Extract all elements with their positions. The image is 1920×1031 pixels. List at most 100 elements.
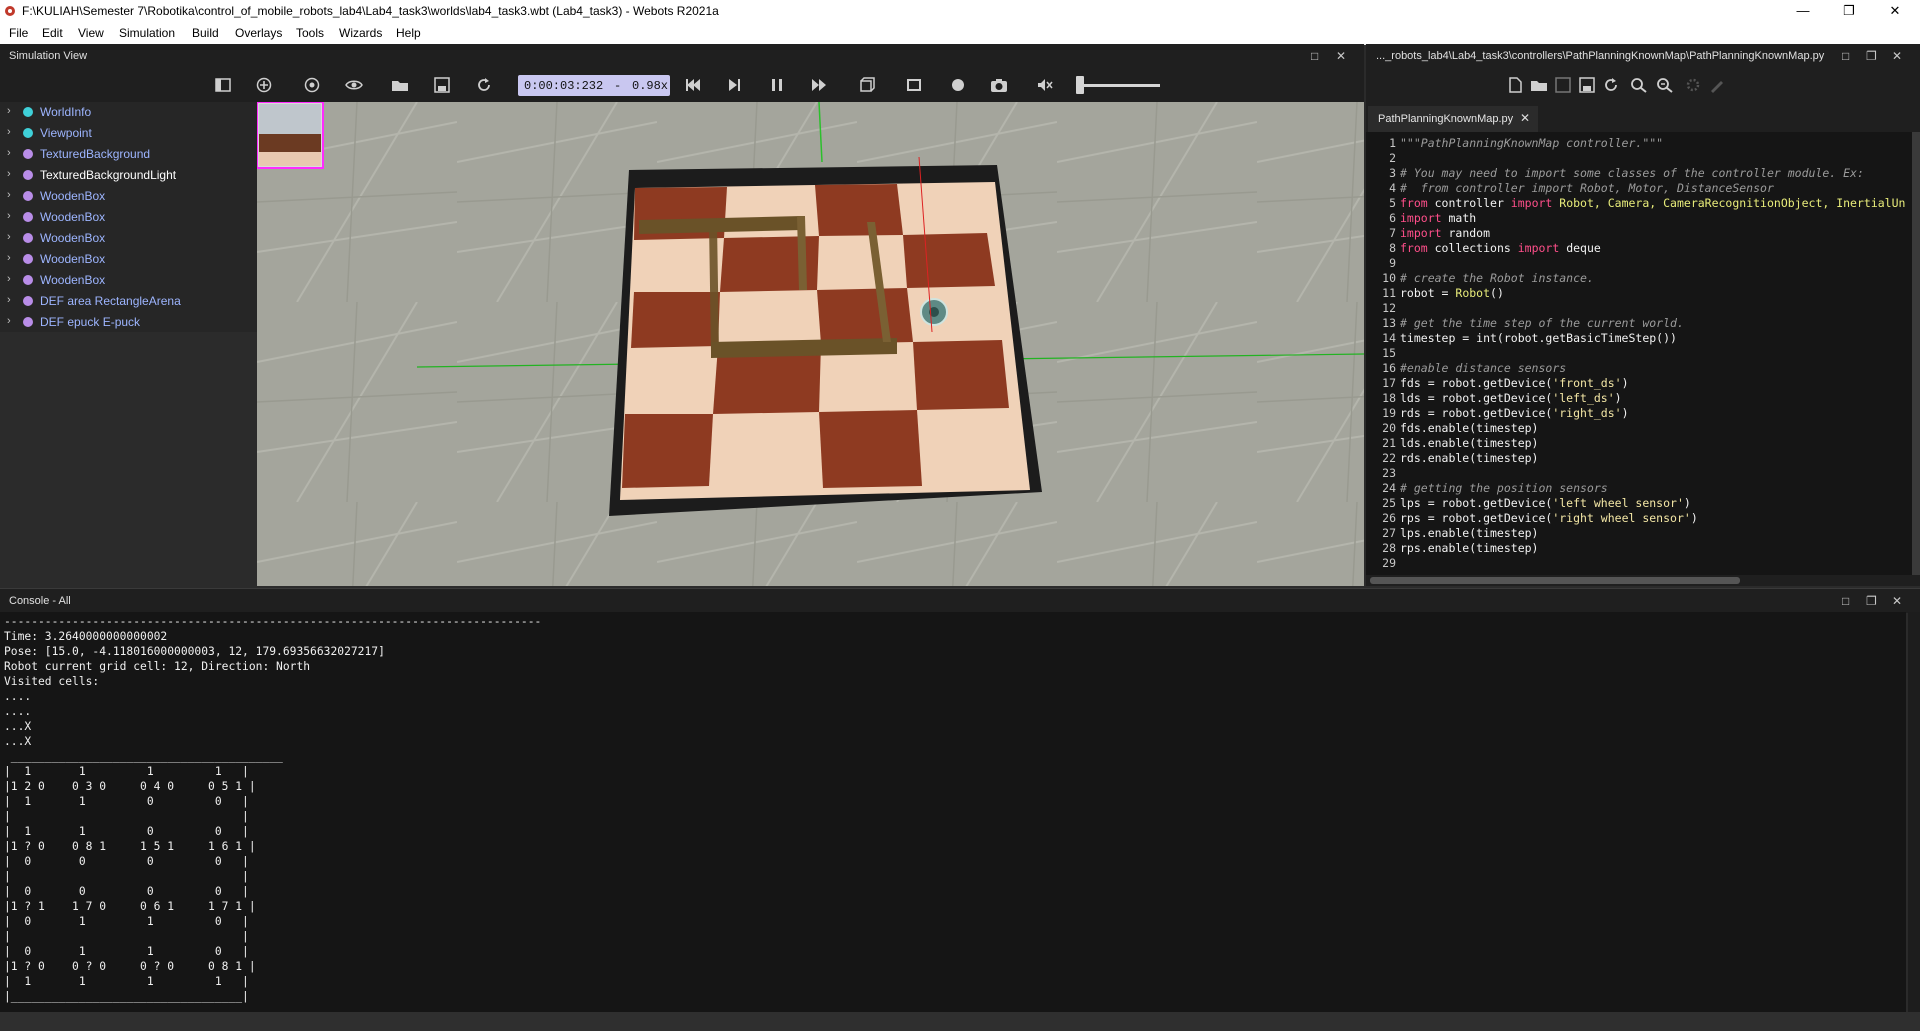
- add-node-icon[interactable]: [255, 77, 273, 93]
- menu-overlays[interactable]: Overlays: [235, 26, 282, 40]
- follow-object-icon[interactable]: [303, 77, 321, 93]
- mute-icon[interactable]: [1036, 77, 1054, 93]
- expand-arrow-icon[interactable]: ›: [7, 126, 11, 138]
- volume-slider-handle[interactable]: [1076, 76, 1084, 94]
- line-number: 11: [1382, 286, 1396, 300]
- menu-simulation[interactable]: Simulation: [119, 26, 175, 40]
- expand-arrow-icon[interactable]: ›: [7, 273, 11, 285]
- line-number: 4: [1389, 181, 1396, 195]
- tree-item-worldinfo[interactable]: › WorldInfo: [0, 102, 257, 122]
- view-mode-icon[interactable]: [858, 77, 876, 93]
- 3d-view[interactable]: [257, 102, 1364, 586]
- step-icon[interactable]: [726, 77, 744, 93]
- menu-edit[interactable]: Edit: [42, 26, 63, 40]
- new-file-icon[interactable]: [1506, 77, 1524, 93]
- clean-icon[interactable]: [1708, 77, 1726, 93]
- code-token: collections: [1427, 241, 1518, 255]
- code-token: fds.enable(timestep): [1400, 421, 1539, 435]
- tree-item-woodenbox[interactable]: › WoodenBox: [0, 186, 257, 206]
- menu-wizards[interactable]: Wizards: [339, 26, 382, 40]
- code-token: # You may need to import some classes of…: [1400, 166, 1864, 180]
- editor-maximize-icon[interactable]: □: [1842, 49, 1849, 63]
- line-number: 25: [1382, 496, 1396, 510]
- reset-simulation-icon[interactable]: [684, 77, 702, 93]
- editor-float-icon[interactable]: ❐: [1866, 49, 1877, 63]
- view-eye-icon[interactable]: [345, 77, 363, 93]
- console-output[interactable]: ----------------------------------------…: [0, 612, 1906, 1012]
- screenshot-icon[interactable]: [990, 77, 1008, 93]
- console-float-icon[interactable]: ❐: [1866, 594, 1877, 608]
- line-number: 13: [1382, 316, 1396, 330]
- code-token: 'left_ds': [1552, 391, 1615, 405]
- build-settings-icon[interactable]: [1684, 77, 1702, 93]
- fast-forward-icon[interactable]: [810, 77, 828, 93]
- replace-icon[interactable]: [1656, 77, 1674, 93]
- tree-item-label: TexturedBackgroundLight: [40, 168, 177, 182]
- toggle-scene-tree-icon[interactable]: [214, 77, 232, 93]
- find-icon[interactable]: [1630, 77, 1648, 93]
- simulation-close-icon[interactable]: ✕: [1336, 49, 1346, 63]
- menu-file[interactable]: File: [9, 26, 28, 40]
- expand-arrow-icon[interactable]: ›: [7, 315, 11, 327]
- reload-world-icon[interactable]: [475, 77, 493, 93]
- tree-item-woodenbox[interactable]: › WoodenBox: [0, 270, 257, 290]
- code-token: #enable distance sensors: [1400, 361, 1567, 375]
- tree-item-texturedbackground[interactable]: › TexturedBackground: [0, 144, 257, 164]
- expand-arrow-icon[interactable]: ›: [7, 231, 11, 243]
- record-movie-icon[interactable]: [905, 77, 923, 93]
- line-number: 5: [1389, 196, 1396, 210]
- line-number: 24: [1382, 481, 1396, 495]
- console-scrollbar[interactable]: [1908, 612, 1920, 1012]
- open-world-icon[interactable]: [391, 77, 409, 93]
- expand-arrow-icon[interactable]: ›: [7, 189, 11, 201]
- menu-help[interactable]: Help: [396, 26, 421, 40]
- tree-item-epuck[interactable]: › DEF epuck E-puck: [0, 312, 257, 332]
- record-icon[interactable]: [949, 77, 967, 93]
- expand-arrow-icon[interactable]: ›: [7, 210, 11, 222]
- expand-arrow-icon[interactable]: ›: [7, 294, 11, 306]
- code-horizontal-scrollbar[interactable]: [1366, 575, 1920, 586]
- tree-item-viewpoint[interactable]: › Viewpoint: [0, 123, 257, 143]
- node-dot-icon: [23, 317, 33, 327]
- close-window-button[interactable]: ✕: [1872, 0, 1918, 22]
- expand-arrow-icon[interactable]: ›: [7, 168, 11, 180]
- expand-arrow-icon[interactable]: ›: [7, 252, 11, 264]
- simulation-maximize-icon[interactable]: □: [1311, 49, 1318, 63]
- minimize-button[interactable]: —: [1780, 0, 1826, 22]
- code-editor[interactable]: 1 """PathPlanningKnownMap controller.""" 2…: [1366, 132, 1912, 575]
- code-token: robot =: [1400, 286, 1456, 300]
- tree-item-woodenbox[interactable]: › WoodenBox: [0, 228, 257, 248]
- close-tab-icon[interactable]: ✕: [1520, 111, 1530, 125]
- code-token: 'right_ds': [1552, 406, 1622, 420]
- save-all-icon[interactable]: [1578, 77, 1596, 93]
- tree-item-texturedbackgroundlight[interactable]: › TexturedBackgroundLight: [0, 165, 257, 185]
- expand-arrow-icon[interactable]: ›: [7, 147, 11, 159]
- open-file-icon[interactable]: [1530, 77, 1548, 93]
- code-horizontal-scroll-thumb[interactable]: [1370, 577, 1740, 584]
- pause-icon[interactable]: [768, 77, 786, 93]
- expand-arrow-icon[interactable]: ›: [7, 105, 11, 117]
- line-content: timestep = int(robot.getBasicTimeStep()): [1400, 331, 1677, 345]
- volume-slider-track[interactable]: [1084, 84, 1160, 87]
- code-token: ): [1621, 376, 1629, 390]
- code-vertical-scrollbar[interactable]: [1912, 132, 1920, 575]
- console-maximize-icon[interactable]: □: [1842, 594, 1849, 608]
- line-number: 2: [1389, 151, 1396, 165]
- tree-item-rectanglearena[interactable]: › DEF area RectangleArena: [0, 291, 257, 311]
- editor-close-icon[interactable]: ✕: [1892, 49, 1902, 63]
- console-title: Console - All: [9, 595, 71, 607]
- webots-app-icon: [5, 6, 15, 16]
- code-token: import: [1400, 226, 1442, 240]
- save-world-icon[interactable]: [433, 77, 451, 93]
- maximize-button[interactable]: ❐: [1826, 0, 1872, 22]
- console-close-icon[interactable]: ✕: [1892, 594, 1902, 608]
- revert-icon[interactable]: [1602, 77, 1620, 93]
- tab-pathplanningknownmap[interactable]: PathPlanningKnownMap.py ✕: [1368, 106, 1538, 132]
- save-file-icon[interactable]: [1554, 77, 1572, 93]
- menu-view[interactable]: View: [78, 26, 104, 40]
- 3d-scene[interactable]: [257, 102, 1364, 586]
- tree-item-woodenbox[interactable]: › WoodenBox: [0, 207, 257, 227]
- menu-build[interactable]: Build: [192, 26, 219, 40]
- menu-tools[interactable]: Tools: [296, 26, 324, 40]
- tree-item-woodenbox[interactable]: › WoodenBox: [0, 249, 257, 269]
